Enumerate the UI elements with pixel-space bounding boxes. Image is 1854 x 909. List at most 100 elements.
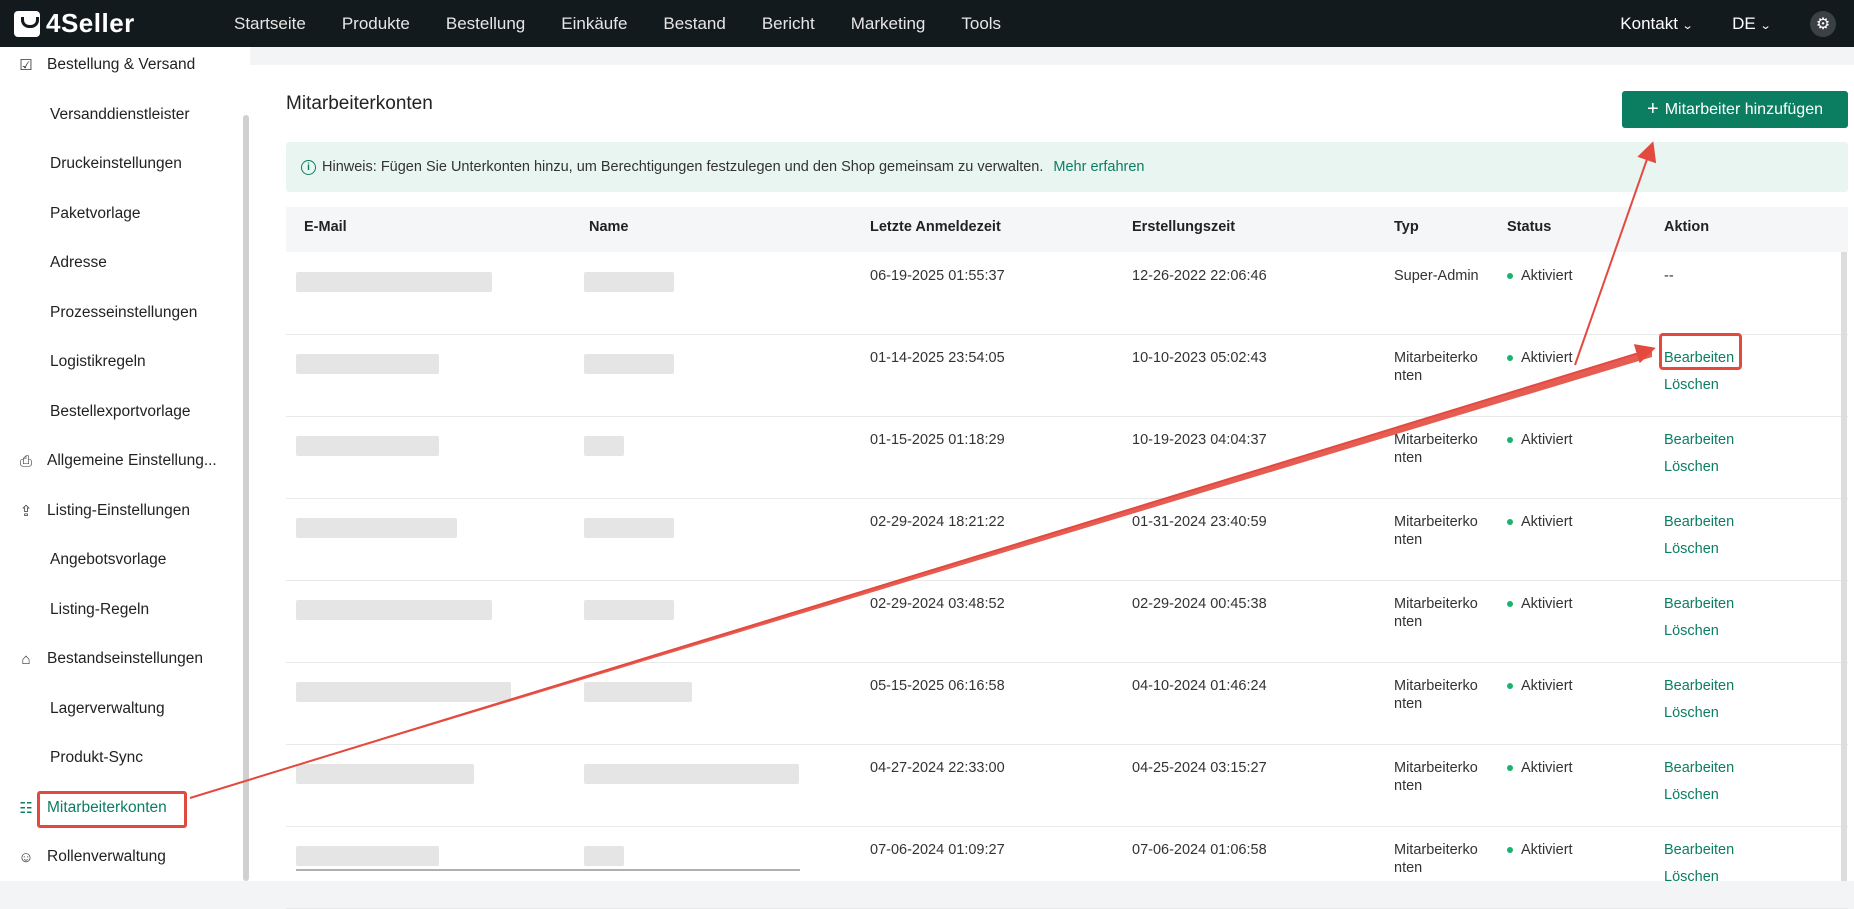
table-row: 05-15-2025 06:16:58 04-10-2024 01:46:24 Mi… [286, 662, 1848, 745]
status-dot-icon [1507, 683, 1513, 690]
hint-banner: i Hinweis: Fügen Sie Unterkonten hinzu, … [286, 142, 1848, 192]
clipboard-icon: ☑ [19, 57, 33, 74]
created-cell: 12-26-2022 22:06:46 [1132, 268, 1267, 284]
status-cell: Aktiviert [1507, 595, 1573, 613]
column-header-email: E-Mail [304, 219, 347, 235]
last-login-cell: 04-27-2024 22:33:00 [870, 760, 1005, 776]
redacted-email [296, 600, 492, 620]
redacted-email [296, 272, 492, 292]
column-header-last-login: Letzte Anmeldezeit [870, 219, 1001, 235]
plus-icon: + [1647, 98, 1659, 120]
status-cell: Aktiviert [1507, 841, 1573, 859]
edit-link[interactable]: Bearbeiten [1664, 595, 1734, 613]
annotation-highlight-edit [1659, 333, 1742, 370]
delete-link[interactable]: Löschen [1664, 376, 1734, 394]
type-cell: Mitarbeiterkonten [1394, 432, 1478, 466]
sidebar-item-label: Bestandseinstellungen [47, 650, 203, 667]
table-row: 02-29-2024 03:48:52 02-29-2024 00:45:38 Mi… [286, 580, 1848, 663]
redacted-email [296, 846, 439, 866]
sidebar-item-paketvorlage[interactable]: Paketvorlage [0, 194, 240, 234]
redacted-email [296, 354, 439, 374]
redacted-name [584, 682, 692, 702]
delete-link[interactable]: Löschen [1664, 786, 1734, 804]
redacted-email [296, 682, 511, 702]
page-title: Mitarbeiterkonten [286, 93, 433, 114]
sidebar-item-lagerverwaltung[interactable]: Lagerverwaltung [0, 689, 240, 729]
sidebar-item-label: Rollenverwaltung [47, 848, 166, 865]
last-login-cell: 01-14-2025 23:54:05 [870, 350, 1005, 366]
learn-more-link[interactable]: Mehr erfahren [1053, 159, 1144, 175]
nav-item-marketing[interactable]: Marketing [851, 14, 926, 34]
created-cell: 01-31-2024 23:40:59 [1132, 514, 1267, 530]
status-dot-icon [1507, 765, 1513, 772]
status-cell: Aktiviert [1507, 349, 1573, 367]
edit-link[interactable]: Bearbeiten [1664, 513, 1734, 531]
nav-item-tools[interactable]: Tools [961, 14, 1001, 34]
settings-gear-icon[interactable]: ⚙ [1810, 10, 1836, 37]
delete-link[interactable]: Löschen [1664, 458, 1734, 476]
table-row: 01-15-2025 01:18:29 10-19-2023 04:04:37 Mi… [286, 416, 1848, 499]
column-header-created: Erstellungszeit [1132, 219, 1236, 235]
sidebar-item-label: Bestellexportvorlage [50, 402, 191, 420]
nav-item-startseite[interactable]: Startseite [234, 14, 306, 34]
sidebar-item-bestandseinstellungen[interactable]: ⌂ Bestandseinstellungen [0, 639, 240, 679]
table-horizontal-scrollbar[interactable] [296, 869, 800, 871]
app-logo[interactable]: 4Seller [14, 8, 214, 39]
delete-link[interactable]: Löschen [1664, 868, 1734, 886]
type-cell: Mitarbeiterkonten [1394, 678, 1478, 712]
sidebar-item-label: Produkt-Sync [50, 749, 144, 766]
sidebar-item-versanddienstleister[interactable]: Versanddienstleister [0, 95, 240, 135]
delete-link[interactable]: Löschen [1664, 540, 1734, 558]
type-cell: Mitarbeiterkonten [1394, 514, 1478, 548]
table-row: 02-29-2024 18:21:22 01-31-2024 23:40:59 Mi… [286, 498, 1848, 581]
action-cell: Bearbeiten Löschen [1664, 759, 1734, 804]
sidebar-item-bestellexportvorlage[interactable]: Bestellexportvorlage [0, 392, 240, 432]
sidebar-item-angebotsvorlage[interactable]: Angebotsvorlage [0, 540, 240, 580]
column-header-name: Name [589, 219, 629, 235]
redacted-name [584, 518, 674, 538]
delete-link[interactable]: Löschen [1664, 704, 1734, 722]
add-employee-button[interactable]: + Mitarbeiter hinzufügen [1622, 91, 1848, 128]
nav-item-produkte[interactable]: Produkte [342, 14, 410, 34]
sidebar-item-druckeinstellungen[interactable]: Druckeinstellungen [0, 144, 240, 184]
sidebar-item-rollenverwaltung[interactable]: ☺ Rollenverwaltung [0, 837, 240, 877]
delete-link[interactable]: Löschen [1664, 622, 1734, 640]
nav-item-eink-ufe[interactable]: Einkäufe [561, 14, 627, 34]
user-icon: ☺ [18, 848, 34, 866]
info-icon: i [301, 159, 316, 175]
column-header-action: Aktion [1664, 219, 1710, 235]
nav-item-bestand[interactable]: Bestand [663, 14, 725, 34]
last-login-cell: 06-19-2025 01:55:37 [870, 268, 1005, 284]
sidebar-item-label: Logistikregeln [50, 353, 146, 370]
status-cell: Aktiviert [1507, 267, 1573, 285]
table-row: 06-19-2025 01:55:37 12-26-2022 22:06:46 Su… [286, 252, 1848, 335]
sidebar-item-bestellung-versand[interactable]: ☑ Bestellung & Versand [0, 45, 240, 85]
sidebar-scrollbar[interactable] [243, 115, 249, 881]
upload-icon: ⇪ [19, 502, 33, 520]
sidebar-item-logistikregeln[interactable]: Logistikregeln [0, 342, 240, 382]
type-cell: Mitarbeiterkonten [1394, 596, 1478, 630]
sidebar-item-listing-regeln[interactable]: Listing-Regeln [0, 590, 240, 630]
sidebar-item-prozesseinstellungen[interactable]: Prozesseinstellungen [0, 293, 240, 333]
edit-link[interactable]: Bearbeiten [1664, 431, 1734, 449]
language-dropdown[interactable]: DE ⌄ [1732, 14, 1771, 34]
type-cell: Super-Admin [1394, 268, 1479, 284]
edit-link[interactable]: Bearbeiten [1664, 677, 1734, 695]
sidebar-item-allgemeine-einstellung[interactable]: ⎙ Allgemeine Einstellung... [0, 441, 240, 481]
sidebar-item-produkt-sync[interactable]: Produkt-Sync [0, 738, 240, 778]
action-cell: Bearbeiten Löschen [1664, 841, 1734, 886]
edit-link[interactable]: Bearbeiten [1664, 841, 1734, 859]
type-cell: Mitarbeiterkonten [1394, 842, 1478, 876]
sidebar-item-label: Paketvorlage [50, 204, 141, 222]
action-cell: Bearbeiten Löschen [1664, 431, 1734, 476]
created-cell: 10-10-2023 05:02:43 [1132, 350, 1267, 366]
sidebar-item-adresse[interactable]: Adresse [0, 243, 240, 283]
created-cell: 04-25-2024 03:15:27 [1132, 760, 1267, 776]
contact-dropdown[interactable]: Kontakt ⌄ [1620, 14, 1693, 34]
table-scrollbar[interactable] [1841, 252, 1847, 881]
nav-item-bestellung[interactable]: Bestellung [446, 14, 525, 34]
edit-link[interactable]: Bearbeiten [1664, 759, 1734, 777]
nav-item-bericht[interactable]: Bericht [762, 14, 815, 34]
status-dot-icon [1507, 519, 1513, 526]
sidebar-item-listing-einstellungen[interactable]: ⇪ Listing-Einstellungen [0, 491, 240, 531]
